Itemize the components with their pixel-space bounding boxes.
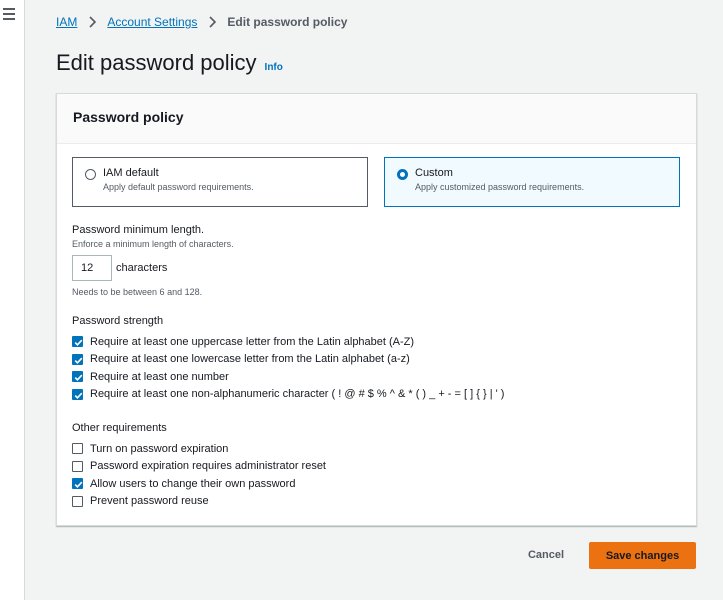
sidebar-strip xyxy=(0,0,25,600)
breadcrumb-iam-link[interactable]: IAM xyxy=(56,15,77,29)
panel-header: Password policy xyxy=(57,94,696,144)
min-length-suffix: characters xyxy=(116,262,168,274)
save-changes-button[interactable]: Save changes xyxy=(589,542,696,569)
check-icon xyxy=(74,481,83,489)
checkbox-row[interactable]: Turn on password expiration xyxy=(72,440,326,458)
option-title: IAM default xyxy=(103,167,159,179)
checkbox-row[interactable]: Require at least one non-alphanumeric ch… xyxy=(72,386,504,404)
min-length-row: characters xyxy=(72,255,234,281)
check-icon xyxy=(74,374,83,382)
breadcrumb-account-settings-link[interactable]: Account Settings xyxy=(107,15,197,29)
checkbox-row[interactable]: Require at least one number xyxy=(72,368,504,386)
min-length-description: Enforce a minimum length of characters. xyxy=(72,239,234,249)
other-requirements-section: Other requirements Turn on password expi… xyxy=(72,422,326,510)
checkbox-row[interactable]: Allow users to change their own password xyxy=(72,475,326,493)
password-strength-list: Require at least one uppercase letter fr… xyxy=(72,333,504,403)
checkbox-row[interactable]: Require at least one uppercase letter fr… xyxy=(72,333,504,351)
breadcrumb: IAM Account Settings Edit password polic… xyxy=(56,15,347,29)
radio-custom[interactable] xyxy=(397,169,408,180)
page-title: Edit password policy xyxy=(56,50,257,75)
chevron-right-icon xyxy=(209,16,217,28)
check-icon xyxy=(74,339,83,347)
option-description: Apply default password requirements. xyxy=(103,182,254,192)
checkbox-label: Password expiration requires administrat… xyxy=(90,460,326,473)
info-link[interactable]: Info xyxy=(265,62,283,73)
checkbox-label: Prevent password reuse xyxy=(90,495,209,508)
other-requirements-list: Turn on password expiration Password expi… xyxy=(72,440,326,510)
password-strength-section: Password strength Require at least one u… xyxy=(72,315,504,403)
option-title: Custom xyxy=(415,167,453,179)
checkbox-label: Turn on password expiration xyxy=(90,442,229,455)
radio-iam-default[interactable] xyxy=(85,169,96,180)
checkbox-label: Require at least one uppercase letter fr… xyxy=(90,335,415,348)
checkbox-checked[interactable] xyxy=(72,478,83,490)
checkbox-label: Require at least one non-alphanumeric ch… xyxy=(90,388,505,401)
breadcrumb-current: Edit password policy xyxy=(227,15,348,29)
min-length-input[interactable] xyxy=(72,255,112,281)
min-length-hint: Needs to be between 6 and 128. xyxy=(72,287,203,297)
password-strength-title: Password strength xyxy=(72,315,164,327)
checkbox-checked[interactable] xyxy=(72,371,83,383)
checkbox-checked[interactable] xyxy=(72,388,83,400)
page-title-container: Edit password policy Info xyxy=(56,50,283,76)
cancel-button[interactable]: Cancel xyxy=(518,542,574,568)
password-policy-panel: Password policy IAM default Apply defaul… xyxy=(56,93,697,526)
checkbox-unchecked[interactable] xyxy=(72,495,83,507)
checkbox-label: Require at least one lowercase letter fr… xyxy=(90,353,410,366)
checkbox-checked[interactable] xyxy=(72,336,83,348)
check-icon xyxy=(74,357,83,364)
checkbox-unchecked[interactable] xyxy=(72,443,83,455)
checkbox-label: Allow users to change their own password xyxy=(90,477,296,490)
checkbox-unchecked[interactable] xyxy=(72,460,83,472)
checkbox-row[interactable]: Require at least one lowercase letter fr… xyxy=(72,351,504,369)
option-iam-default[interactable]: IAM default Apply default password requi… xyxy=(72,157,368,207)
min-length-label: Password minimum length. xyxy=(72,224,205,236)
checkbox-row[interactable]: Password expiration requires administrat… xyxy=(72,458,326,476)
option-custom[interactable]: Custom Apply customized password require… xyxy=(384,157,680,207)
other-requirements-title: Other requirements xyxy=(72,422,167,434)
checkbox-label: Require at least one number xyxy=(90,370,229,383)
chevron-right-icon xyxy=(89,16,97,28)
hamburger-menu-icon[interactable] xyxy=(3,8,15,20)
min-length-section: Password minimum length. Enforce a minim… xyxy=(72,224,234,297)
checkbox-checked[interactable] xyxy=(72,353,83,365)
option-description: Apply customized password requirements. xyxy=(415,182,585,192)
check-icon xyxy=(74,392,83,399)
checkbox-row[interactable]: Prevent password reuse xyxy=(72,493,326,511)
